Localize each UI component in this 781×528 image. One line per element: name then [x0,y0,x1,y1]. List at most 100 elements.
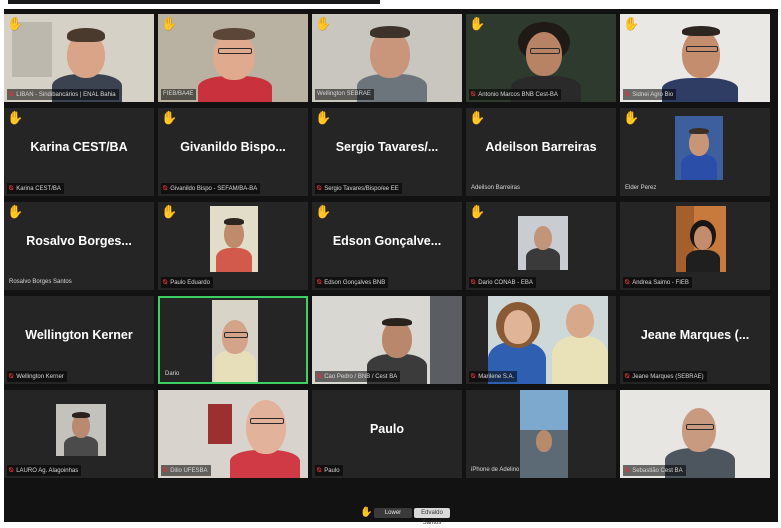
participant-video [520,390,568,478]
participant-tile[interactable]: ✋ Sergio Tavares/... ⍉ Sergio Tavares/Bis… [312,108,462,196]
participant-name-label: Dario [165,371,180,377]
raised-hand-icon: ✋ [7,204,24,219]
participant-video [675,116,723,180]
participant-name-label: Elder Perez [625,185,657,191]
participant-name-label: ⍉ Dilio UFESBA [161,465,211,476]
mic-muted-icon: ⍉ [9,373,14,380]
participant-tile[interactable]: ✋ ⍉ Paulo Eduardo [158,202,308,290]
self-name-chip: Edvaldo Santos [414,508,450,526]
title-strip [8,0,380,4]
participant-tile[interactable]: ⍉ LAURO Ag. Alagoinhas [4,390,154,478]
gallery-grid: ✋ ⍉ LIBAN - Sindibancários | ENAL Bahia ✋… [4,14,770,484]
raised-hand-icon: ✋ [161,204,178,219]
participant-tile[interactable]: ⍉ Sebastião Cest BA [620,390,770,478]
participant-tile[interactable]: ✋ ⍉ Dario CONAB - EBA [466,202,616,290]
participant-name-label: ⍉ Karina CEST/BA [7,183,64,194]
participant-name-label: FIEB/BA4E [161,89,197,100]
participant-display-name: Adeilson Barreiras [485,140,597,154]
participant-tile[interactable]: ✋ Givanildo Bispo... ⍉ Givanildo Bispo - … [158,108,308,196]
mic-muted-icon: ⍉ [9,91,14,98]
participant-tile[interactable]: ✋ ⍉ Antonio Marcos BNB Cest-BA [466,14,616,102]
participant-display-name: Paulo [369,422,405,436]
participant-name-label: ⍉ Paulo Eduardo [161,277,213,288]
raised-hand-icon: ✋ [315,204,332,219]
participant-name-label: ⍉ LIBAN - Sindibancários | ENAL Bahia [7,89,119,100]
participant-name-label: ⍉ Paulo [315,465,343,476]
participant-video [518,216,568,270]
participant-name-label: ⍉ Andrea Saimo - FIEB [623,277,692,288]
raised-hand-icon: ✋ [7,16,24,31]
mic-muted-icon: ⍉ [9,467,14,474]
mic-muted-icon: ⍉ [317,373,322,380]
participant-name-label: ⍉ Antonio Marcos BNB Cest-BA [469,89,561,100]
participant-tile[interactable]: Jeane Marques (... ⍉ Jeane Marques (SEBRA… [620,296,770,384]
participant-display-name: Sergio Tavares/... [335,140,439,154]
participant-tile[interactable]: ✋ Rosalvo Borges... Rosalvo Borges Santo… [4,202,154,290]
mic-muted-icon: ⍉ [471,373,476,380]
reactions-bar: ✋ Lower Edvaldo Santos [360,507,450,526]
participant-name-label: ⍉ Cao Pedro / BNB / Cest BA [315,371,401,382]
participant-tile[interactable]: ⍉ Cao Pedro / BNB / Cest BA [312,296,462,384]
participant-name-label: Rosalvo Borges Santos [9,279,72,285]
mic-muted-icon: ⍉ [471,91,476,98]
participant-display-name: Givanildo Bispo... [180,140,286,154]
mic-muted-icon: ⍉ [625,373,630,380]
participant-name-label: ⍉ Sidnei Agro Bio [623,89,677,100]
participant-name-label: ⍉ Sergio Tavares/Bispo/ee EE [315,183,402,194]
active-speaker-tile[interactable]: Dario [158,296,308,384]
participant-tile[interactable]: ✋ Edson Gonçalve... ⍉ Edson Gonçalves BNB [312,202,462,290]
raised-hand-icon: ✋ [623,110,640,125]
participant-tile[interactable]: ✋ FIEB/BA4E [158,14,308,102]
participant-tile[interactable]: ✋ Elder Perez [620,108,770,196]
raised-hand-icon: ✋ [623,16,640,31]
mic-muted-icon: ⍉ [317,185,322,192]
participant-name-label: ⍉ LAURO Ag. Alagoinhas [7,465,82,476]
participant-name-label: Adeilson Barreiras [471,185,521,191]
participant-name-label: Wellington SEBRAE [315,89,374,100]
mic-muted-icon: ⍉ [9,185,14,192]
raised-hand-icon: ✋ [315,110,332,125]
top-bar [0,0,781,9]
raised-hand-icon: ✋ [161,16,178,31]
raised-hand-icon: ✋ [161,110,178,125]
raised-hand-icon: ✋ [7,110,24,125]
raised-hand-icon: ✋ [360,507,373,518]
participant-display-name: Edson Gonçalve... [332,234,442,248]
participant-tile[interactable]: Wellington Kerner ⍉ Wellington Kerner [4,296,154,384]
participant-display-name: Jeane Marques (... [640,328,750,342]
mic-muted-icon: ⍉ [471,279,476,286]
mic-muted-icon: ⍉ [625,467,630,474]
participant-tile[interactable]: ✋ Adeilson Barreiras Adeilson Barreiras [466,108,616,196]
mic-muted-icon: ⍉ [163,279,168,286]
raised-hand-icon: ✋ [315,16,332,31]
mic-muted-icon: ⍉ [163,467,168,474]
participant-video [676,206,726,272]
participant-name-label: ⍉ Dario CONAB - EBA [469,277,536,288]
participant-display-name: Karina CEST/BA [30,140,128,154]
participant-tile[interactable]: ✋ Wellington SEBRAE [312,14,462,102]
participant-video [56,404,106,456]
participant-name-label: iPhone de Adelino [471,467,520,473]
participant-tile[interactable]: ✋ Karina CEST/BA ⍉ Karina CEST/BA [4,108,154,196]
participant-tile[interactable]: ⍉ Marilene S.A. [466,296,616,384]
mic-muted-icon: ⍉ [625,91,630,98]
participant-tile[interactable]: ✋ ⍉ Sidnei Agro Bio [620,14,770,102]
participant-name-label: ⍉ Edson Gonçalves BNB [315,277,389,288]
participant-tile[interactable]: iPhone de Adelino [466,390,616,478]
participant-tile[interactable]: ✋ ⍉ LIBAN - Sindibancários | ENAL Bahia [4,14,154,102]
participant-video [210,206,258,272]
participant-display-name: Rosalvo Borges... [26,234,132,248]
participant-name-label: ⍉ Givanildo Bispo - SEFAM/BA-BA [161,183,261,194]
participant-video [212,300,258,382]
participant-tile[interactable]: ⍉ Dilio UFESBA [158,390,308,478]
participant-tile[interactable]: ⍉ Andrea Saimo - FIEB [620,202,770,290]
mic-muted-icon: ⍉ [317,467,322,474]
participant-name-label: ⍉ Sebastião Cest BA [623,465,686,476]
raised-hand-icon: ✋ [469,16,486,31]
mic-muted-icon: ⍉ [625,279,630,286]
participant-name-label: ⍉ Wellington Kerner [7,371,67,382]
participant-tile[interactable]: Paulo ⍉ Paulo [312,390,462,478]
participant-display-name: Wellington Kerner [25,328,133,342]
mic-muted-icon: ⍉ [163,185,168,192]
lower-hand-button[interactable]: Lower [374,508,412,518]
